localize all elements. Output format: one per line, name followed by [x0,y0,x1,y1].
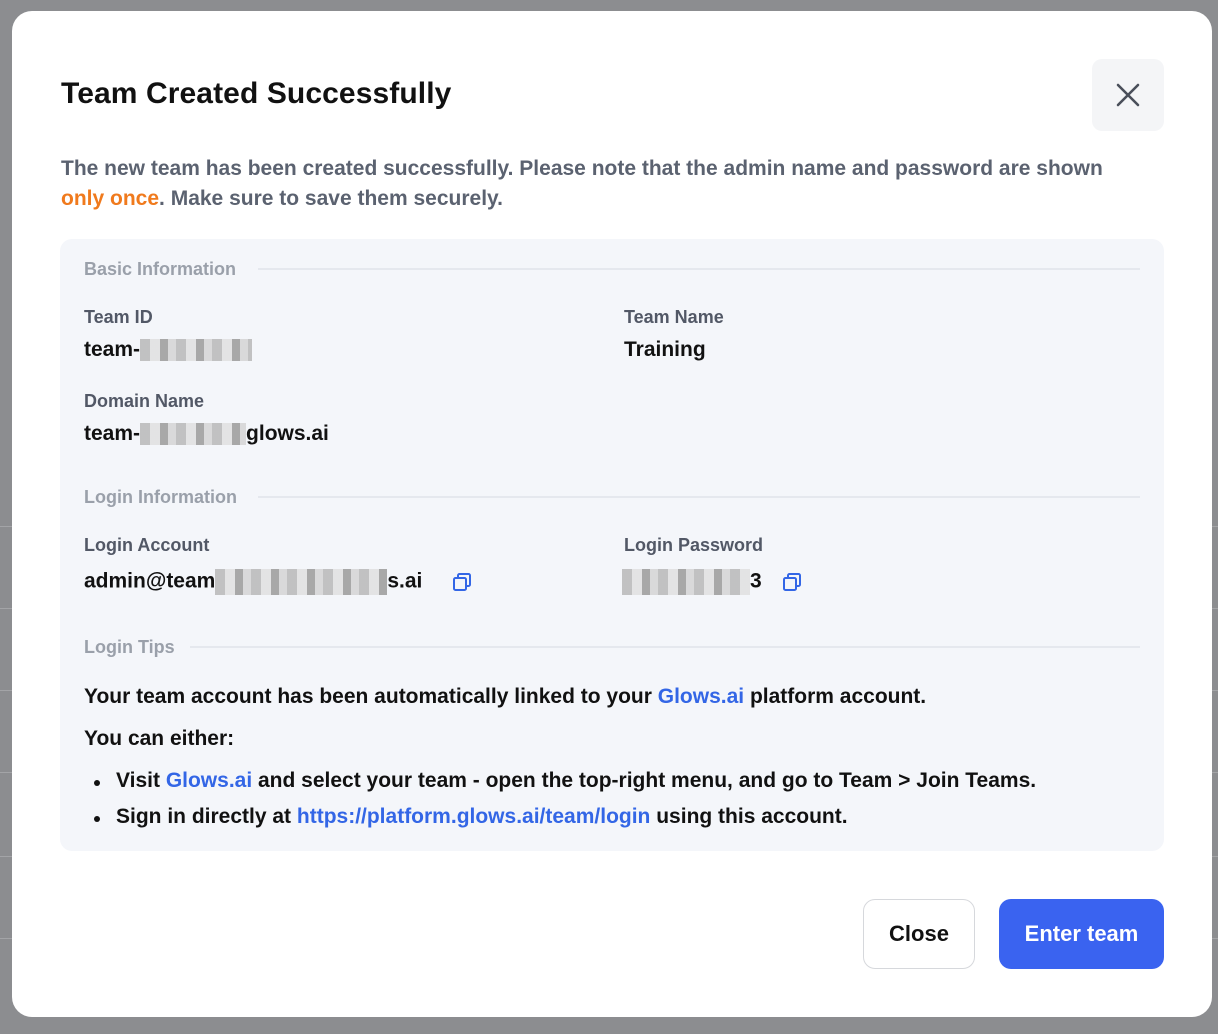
redacted-block [622,569,750,595]
tip-bullet-signin: Sign in directly at https://platform.glo… [116,805,848,829]
glows-ai-link[interactable]: Glows.ai [166,769,252,792]
domain-prefix: team- [84,422,141,445]
copy-account-button[interactable] [451,571,473,593]
tip-line-linked: Your team account has been automatically… [84,685,926,709]
bullet-dot [94,780,100,786]
tip-bullet-visit: Visit Glows.ai and select your team - op… [116,769,1036,793]
copy-icon [783,573,801,591]
basic-info-heading: Basic Information [84,259,237,279]
team-id-prefix: team- [84,338,141,361]
redacted-block [215,569,388,595]
domain-name-label: Domain Name [84,391,205,411]
dialog-intro: The new team has been created successful… [61,154,1141,214]
tip-text: and select your team - open the top-righ… [252,769,1037,792]
login-password-value: 3 [622,569,762,595]
bullet-dot [94,816,100,822]
team-id-value: team- [84,338,253,362]
login-info-heading: Login Information [84,487,237,507]
account-prefix: admin@team [84,569,216,593]
login-account-label: Login Account [84,535,210,555]
team-name-label: Team Name [624,307,724,327]
domain-suffix: glows.ai [246,422,329,445]
section-divider [258,268,1140,270]
enter-team-button[interactable]: Enter team [999,899,1164,969]
team-login-link[interactable]: https://platform.glows.ai/team/login [297,805,651,828]
team-id-label: Team ID [84,307,153,327]
intro-text-end: . Make sure to save them securely. [159,187,503,210]
tip-line-either: You can either: [84,727,235,750]
copy-password-button[interactable] [781,571,803,593]
domain-name-value: team-glows.ai [84,422,329,446]
login-account-value: admin@team s.ai [84,569,422,595]
tip-text: using this account. [650,805,848,828]
copy-icon [453,573,471,591]
dialog-close-button[interactable] [1092,59,1164,131]
password-suffix: 3 [750,569,762,593]
team-created-dialog: Team Created Successfully The new team h… [12,11,1212,1017]
redacted-block [140,423,247,446]
close-icon [1116,83,1140,107]
redacted-block [140,339,253,362]
info-panel: Basic Information Team ID team- Team Nam… [60,239,1164,851]
login-tips-heading: Login Tips [84,637,175,657]
tip-text: Visit [116,769,166,792]
dialog-title: Team Created Successfully [61,77,452,110]
login-password-label: Login Password [624,535,764,555]
close-button[interactable]: Close [863,899,975,969]
team-name-value: Training [624,338,706,361]
section-divider [258,496,1140,498]
tip-text: platform account. [744,685,927,708]
glows-ai-link[interactable]: Glows.ai [658,685,744,708]
intro-text: The new team has been created successful… [61,157,1103,180]
intro-accent-text: only once [61,187,160,210]
tip-text: Your team account has been automatically… [84,685,658,708]
section-divider [190,646,1140,648]
tip-text: Sign in directly at [116,805,297,828]
account-suffix: s.ai [387,569,423,593]
